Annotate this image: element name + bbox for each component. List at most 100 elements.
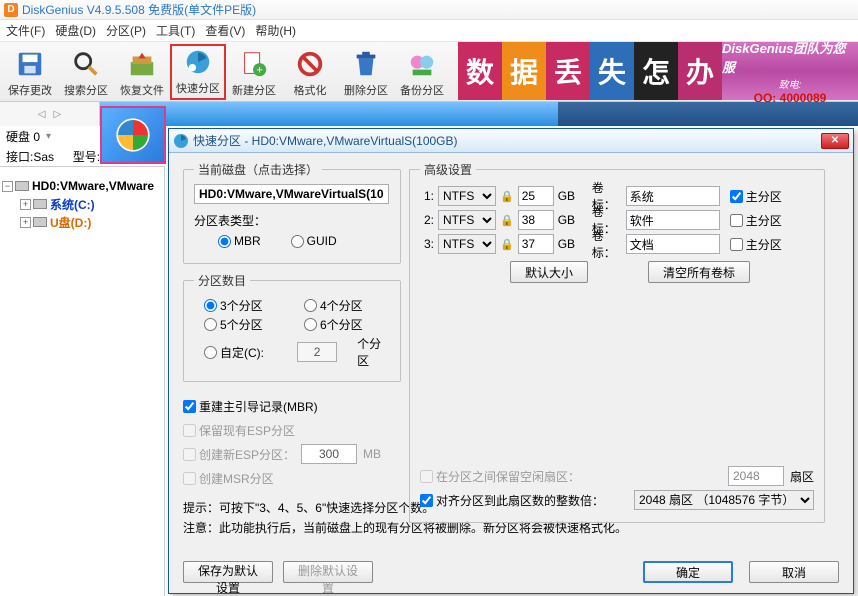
default-size-button[interactable]: 默认大小 (510, 261, 588, 283)
gap-field[interactable] (728, 466, 784, 486)
toolbar: 保存更改 搜索分区 恢复文件 快速分区 + 新建分区 格式化 删除分区 备份分区… (0, 42, 858, 102)
toolbar-delete-partition[interactable]: 删除分区 (338, 44, 394, 100)
toolbar-backup-partition[interactable]: 备份分区 (394, 44, 450, 100)
table-type-label: 分区表类型： (194, 212, 390, 229)
ad-banner: 数 据 丢 失 怎 办 DiskGenius团队为您服 致电: QQ: 4000… (458, 42, 858, 100)
partition-bar[interactable] (100, 102, 858, 126)
radio-3-partitions[interactable]: 3个分区 (204, 297, 284, 314)
check-rebuild-mbr[interactable]: 重建主引导记录(MBR) (183, 394, 318, 418)
menu-disk[interactable]: 硬盘(D) (55, 22, 96, 39)
toolbar-quick-partition[interactable]: 快速分区 (170, 44, 226, 100)
lock-icon[interactable]: 🔒 (500, 214, 514, 227)
tree-disk-node[interactable]: − HD0:VMware,VMware (2, 177, 162, 195)
window-title: DiskGenius V4.9.5.508 免费版(单文件PE版) (22, 1, 256, 18)
size-field[interactable] (518, 186, 554, 206)
radio-6-partitions[interactable]: 6个分区 (304, 316, 384, 333)
lock-icon[interactable]: 🔒 (500, 190, 514, 203)
filesystem-select[interactable]: NTFS (438, 210, 496, 230)
check-new-esp[interactable]: 创建新ESP分区： (183, 446, 295, 463)
check-new-msr[interactable]: 创建MSR分区 (183, 466, 274, 490)
clear-labels-button[interactable]: 清空所有卷标 (648, 261, 750, 283)
dialog-buttons: 保存为默认设置 删除默认设置 确定 取消 (183, 561, 839, 583)
check-primary[interactable]: 主分区 (730, 212, 782, 229)
svg-text:+: + (256, 64, 263, 76)
menu-partition[interactable]: 分区(P) (106, 22, 146, 39)
partition-icon (33, 199, 47, 209)
disk-icon (15, 181, 29, 191)
radio-mbr[interactable]: MBR (218, 234, 261, 248)
chevron-down-icon[interactable]: ▾ (46, 131, 51, 142)
new-partition-icon: + (238, 48, 270, 80)
dialog-title: 快速分区 - HD0:VMware,VMwareVirtualS(100GB) (193, 132, 821, 149)
close-button[interactable]: ✕ (821, 133, 849, 149)
ok-button[interactable]: 确定 (643, 561, 733, 583)
next-icon[interactable]: ▷ (54, 109, 62, 120)
banner-ad-text: DiskGenius团队为您服 致电: QQ: 4000089 (722, 42, 858, 100)
disk-os-icon (100, 106, 166, 164)
check-gap[interactable]: 在分区之间保留空闲扇区： (420, 468, 580, 485)
delete-default-button[interactable]: 删除默认设置 (283, 561, 373, 583)
banner-char-5: 怎 (634, 42, 678, 100)
row-new-esp: 创建新ESP分区： MB (183, 442, 401, 466)
current-disk-legend: 当前磁盘（点击选择） (194, 161, 322, 178)
check-primary[interactable]: 主分区 (730, 188, 782, 205)
backup-icon (406, 48, 438, 80)
advanced-settings-fieldset: 高级设置 1:NTFS🔒GB卷标：主分区2:NTFS🔒GB卷标：主分区3:NTF… (409, 161, 825, 523)
gap-row: 在分区之间保留空闲扇区： 扇区 (420, 464, 814, 488)
check-primary[interactable]: 主分区 (730, 236, 782, 253)
toolbar-save[interactable]: 保存更改 (2, 44, 58, 100)
disk-tree: − HD0:VMware,VMware + 系统(C:) + U盘(D:) (0, 166, 165, 596)
quick-partition-icon (182, 46, 214, 78)
recover-icon (126, 48, 158, 80)
toolbar-new-partition[interactable]: + 新建分区 (226, 44, 282, 100)
row-index: 1: (420, 189, 434, 203)
menu-file[interactable]: 文件(F) (6, 22, 45, 39)
toolbar-recover[interactable]: 恢复文件 (114, 44, 170, 100)
app-icon: D (4, 3, 18, 17)
expand-icon[interactable]: + (20, 199, 31, 210)
cancel-button[interactable]: 取消 (749, 561, 839, 583)
size-field[interactable] (518, 210, 554, 230)
radio-guid[interactable]: GUID (291, 234, 337, 248)
quick-partition-dialog: 快速分区 - HD0:VMware,VMwareVirtualS(100GB) … (168, 128, 854, 594)
custom-count-field[interactable] (297, 342, 337, 362)
row-index: 2: (420, 213, 434, 227)
align-select[interactable]: 2048 扇区 （1048576 字节） (634, 490, 814, 510)
check-align[interactable]: 对齐分区到此扇区数的整数倍： (420, 492, 604, 509)
menu-help[interactable]: 帮助(H) (255, 22, 296, 39)
prev-icon[interactable]: ◁ (38, 109, 46, 120)
volume-label-field[interactable] (626, 186, 720, 206)
filesystem-select[interactable]: NTFS (438, 234, 496, 254)
volume-label-field[interactable] (626, 234, 720, 254)
banner-char-3: 丢 (546, 42, 590, 100)
size-field[interactable] (518, 234, 554, 254)
radio-5-partitions[interactable]: 5个分区 (204, 316, 284, 333)
vol-label-text: 卷标： (592, 227, 622, 261)
partition-count-legend: 分区数目 (194, 272, 250, 289)
size-unit: GB (558, 213, 578, 227)
toolbar-format[interactable]: 格式化 (282, 44, 338, 100)
esp-size-field[interactable] (301, 444, 357, 464)
radio-4-partitions[interactable]: 4个分区 (304, 297, 384, 314)
lock-icon[interactable]: 🔒 (500, 238, 514, 251)
collapse-icon[interactable]: − (2, 181, 13, 192)
size-unit: GB (558, 189, 578, 203)
check-keep-esp[interactable]: 保留现有ESP分区 (183, 418, 295, 442)
custom-suffix: 个分区 (357, 335, 390, 369)
filesystem-select[interactable]: NTFS (438, 186, 496, 206)
volume-label-field[interactable] (626, 210, 720, 230)
tree-partition-c[interactable]: + 系统(C:) (2, 195, 162, 213)
menu-tools[interactable]: 工具(T) (156, 22, 195, 39)
banner-char-1: 数 (458, 42, 502, 100)
partition-count-fieldset: 分区数目 3个分区 4个分区 5个分区 6个分区 自定(C): 个分区 (183, 272, 401, 382)
save-default-button[interactable]: 保存为默认设置 (183, 561, 273, 583)
expand-icon[interactable]: + (20, 217, 31, 228)
banner-char-2: 据 (502, 42, 546, 100)
radio-custom[interactable]: 自定(C): (204, 344, 277, 361)
menu-view[interactable]: 查看(V) (205, 22, 245, 39)
format-icon (294, 48, 326, 80)
toolbar-search[interactable]: 搜索分区 (58, 44, 114, 100)
tree-partition-d[interactable]: + U盘(D:) (2, 213, 162, 231)
current-disk-field[interactable] (194, 184, 389, 204)
magnifier-icon (70, 48, 102, 80)
